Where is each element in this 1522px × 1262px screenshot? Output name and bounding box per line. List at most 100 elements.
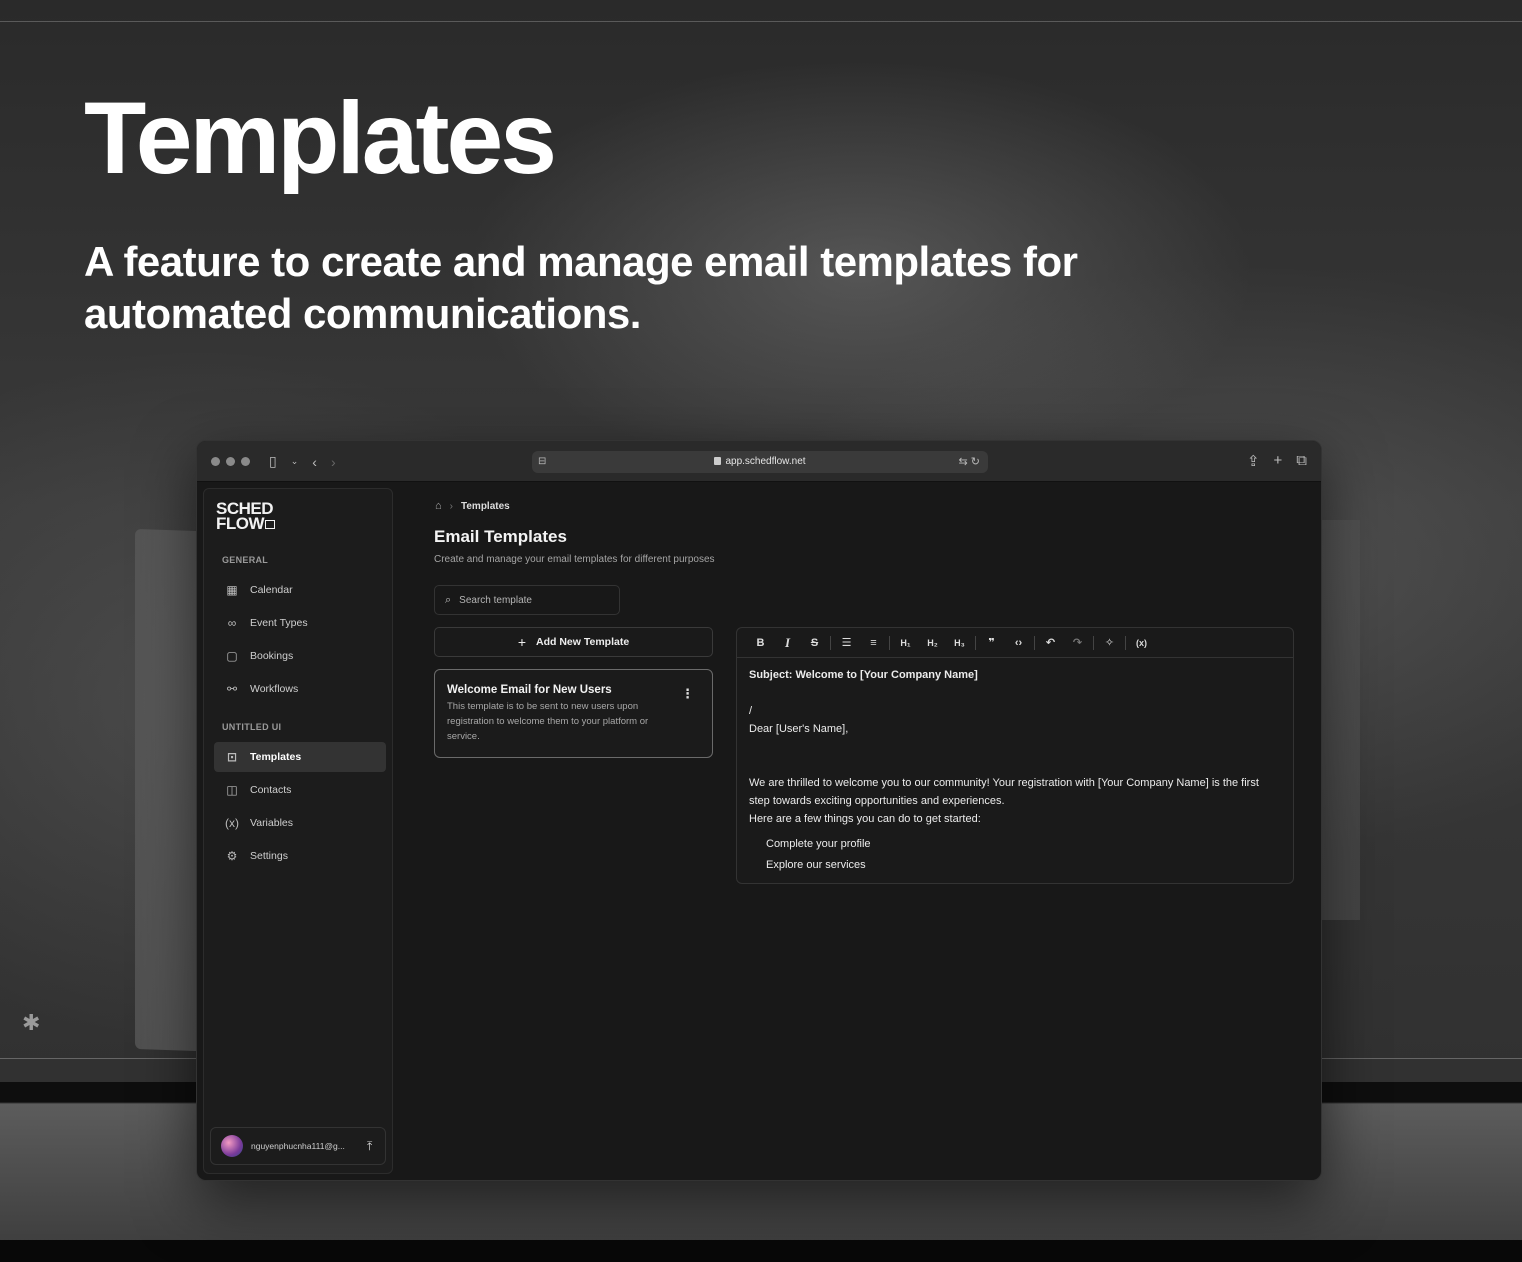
sidebar-item-label: Workflows xyxy=(250,683,299,695)
upload-icon[interactable]: ⤒ xyxy=(367,1139,372,1154)
share-icon[interactable]: ⇪ xyxy=(1247,452,1260,470)
slash-command: / xyxy=(749,705,753,717)
toolbar-divider xyxy=(975,635,976,650)
desk-edge xyxy=(0,1240,1522,1262)
page-description: Create and manage your email templates f… xyxy=(434,554,715,565)
section-general: GENERAL xyxy=(222,555,269,565)
hero-subtitle: A feature to create and manage email tem… xyxy=(84,238,1078,338)
quote-icon[interactable]: ❞ xyxy=(978,636,1005,649)
section-untitled-ui: UNTITLED UI xyxy=(222,722,282,732)
folder-icon: ⊡ xyxy=(226,750,238,764)
search-box[interactable]: ⌕ xyxy=(434,585,620,615)
sidebar-item-label: Contacts xyxy=(250,784,292,796)
editor-toolbar: B I S ☰ ≡ H₁ H₂ H₃ ❞ ‹› ↶ ↷ ✧ (x) xyxy=(737,628,1293,658)
sidebar-item-label: Bookings xyxy=(250,650,294,662)
link-icon: ∞ xyxy=(227,616,237,630)
minimize-dot[interactable] xyxy=(226,457,235,466)
sidebar-item-templates[interactable]: ⊡ Templates xyxy=(214,742,386,772)
heading3-icon[interactable]: H₃ xyxy=(946,638,973,648)
sidebar-item-label: Variables xyxy=(250,817,293,829)
strikethrough-icon[interactable]: S xyxy=(801,637,828,649)
italic-icon[interactable]: I xyxy=(774,635,801,651)
zoom-dot[interactable] xyxy=(241,457,250,466)
email-greeting: Dear [User's Name], xyxy=(749,723,849,735)
editor-content[interactable]: Subject: Welcome to [Your Company Name] … xyxy=(737,658,1293,883)
undo-icon[interactable]: ↶ xyxy=(1037,636,1064,649)
add-template-label: Add New Template xyxy=(536,636,630,648)
sidebar: SCHED FLOW GENERAL ▦ Calendar ∞ Event Ty… xyxy=(203,488,393,1174)
breadcrumb: ⌂ › Templates xyxy=(435,500,510,512)
plus-icon: + xyxy=(517,634,527,650)
template-description: This template is to be sent to new users… xyxy=(447,701,649,742)
variable-icon: (x) xyxy=(225,816,239,830)
page-title: Email Templates xyxy=(434,527,567,546)
gear-icon: ⚙ xyxy=(226,849,238,863)
list-item: Explore our services xyxy=(766,859,866,871)
redo-icon[interactable]: ↷ xyxy=(1064,636,1091,649)
template-card[interactable]: Welcome Email for New Users This templat… xyxy=(434,669,713,758)
logo-calendar-icon xyxy=(265,520,276,529)
close-dot[interactable] xyxy=(211,457,220,466)
chevron-down-icon[interactable]: ⌄ xyxy=(291,456,299,467)
sidebar-item-settings[interactable]: ⚙ Settings xyxy=(214,841,386,871)
reload-icon[interactable]: ⇆ ↻ xyxy=(959,455,981,468)
sidebar-item-workflows[interactable]: ⚯ Workflows xyxy=(214,674,386,704)
add-template-button[interactable]: + Add New Template xyxy=(434,627,713,657)
ordered-list-icon[interactable]: ≡ xyxy=(860,637,887,649)
sidebar-item-variables[interactable]: (x) Variables xyxy=(214,808,386,838)
sidebar-item-label: Settings xyxy=(250,850,288,862)
logo[interactable]: SCHED FLOW xyxy=(216,500,276,532)
chevron-right-icon: › xyxy=(449,500,453,512)
sidebar-item-bookings[interactable]: ▢ Bookings xyxy=(214,641,386,671)
sidebar-item-label: Event Types xyxy=(250,617,308,629)
book-icon: ▢ xyxy=(226,649,238,663)
toolbar-divider xyxy=(1034,635,1035,650)
forward-icon[interactable]: › xyxy=(331,454,336,470)
more-vertical-icon[interactable]: ⋮ xyxy=(681,686,694,702)
back-icon[interactable]: ‹ xyxy=(312,454,317,470)
search-input[interactable] xyxy=(459,594,600,606)
workflow-icon: ⚯ xyxy=(226,682,238,696)
browser-window: ▯ ⌄ ‹ › ⊟ app.schedflow.net ⇆ ↻ ⇪ + ⧉ SC… xyxy=(196,440,1322,1181)
avatar xyxy=(221,1135,243,1157)
list-item: Complete your profile xyxy=(766,838,871,850)
url-label: app.schedflow.net xyxy=(725,456,806,467)
lock-icon xyxy=(714,457,722,465)
user-account[interactable]: nguyenphucnha111@g... ⤒ xyxy=(210,1127,386,1165)
sidebar-item-label: Templates xyxy=(250,751,302,763)
email-body-paragraph: We are thrilled to welcome you to our co… xyxy=(749,777,1259,807)
sidebar-item-label: Calendar xyxy=(250,584,293,596)
user-email: nguyenphucnha111@g... xyxy=(251,1141,345,1151)
home-icon[interactable]: ⌂ xyxy=(435,500,442,512)
window-controls[interactable] xyxy=(211,457,250,466)
ai-sparkle-icon[interactable]: ✧ xyxy=(1096,636,1123,649)
search-icon: ⌕ xyxy=(445,593,452,606)
address-bar[interactable]: ⊟ app.schedflow.net ⇆ ↻ xyxy=(532,451,988,473)
bullet-list-icon[interactable]: ☰ xyxy=(833,636,860,649)
toolbar-divider xyxy=(1093,635,1094,650)
url-text: app.schedflow.net xyxy=(532,456,988,467)
new-tab-icon[interactable]: + xyxy=(1274,452,1283,470)
sidebar-toggle-icon[interactable]: ▯ xyxy=(269,453,277,470)
hero-title: Templates xyxy=(84,81,557,195)
heading1-icon[interactable]: H₁ xyxy=(892,638,919,648)
sidebar-item-contacts[interactable]: ◫ Contacts xyxy=(214,775,386,805)
bold-icon[interactable]: B xyxy=(747,637,774,649)
email-subject: Subject: Welcome to [Your Company Name] xyxy=(749,669,978,681)
sidebar-item-event-types[interactable]: ∞ Event Types xyxy=(214,608,386,638)
code-icon[interactable]: ‹› xyxy=(1005,637,1032,649)
variable-icon[interactable]: (x) xyxy=(1128,638,1155,648)
sidebar-item-calendar[interactable]: ▦ Calendar xyxy=(214,575,386,605)
breadcrumb-current: Templates xyxy=(461,500,510,512)
tabs-overview-icon[interactable]: ⧉ xyxy=(1296,452,1307,470)
contacts-icon: ◫ xyxy=(226,783,238,797)
heading2-icon[interactable]: H₂ xyxy=(919,638,946,648)
template-editor[interactable]: B I S ☰ ≡ H₁ H₂ H₃ ❞ ‹› ↶ ↷ ✧ (x) Subjec… xyxy=(736,627,1294,884)
browser-chrome: ▯ ⌄ ‹ › ⊟ app.schedflow.net ⇆ ↻ ⇪ + ⧉ xyxy=(197,441,1321,482)
toolbar-divider xyxy=(889,635,890,650)
toolbar-divider xyxy=(830,635,831,650)
template-name: Welcome Email for New Users xyxy=(447,684,612,696)
